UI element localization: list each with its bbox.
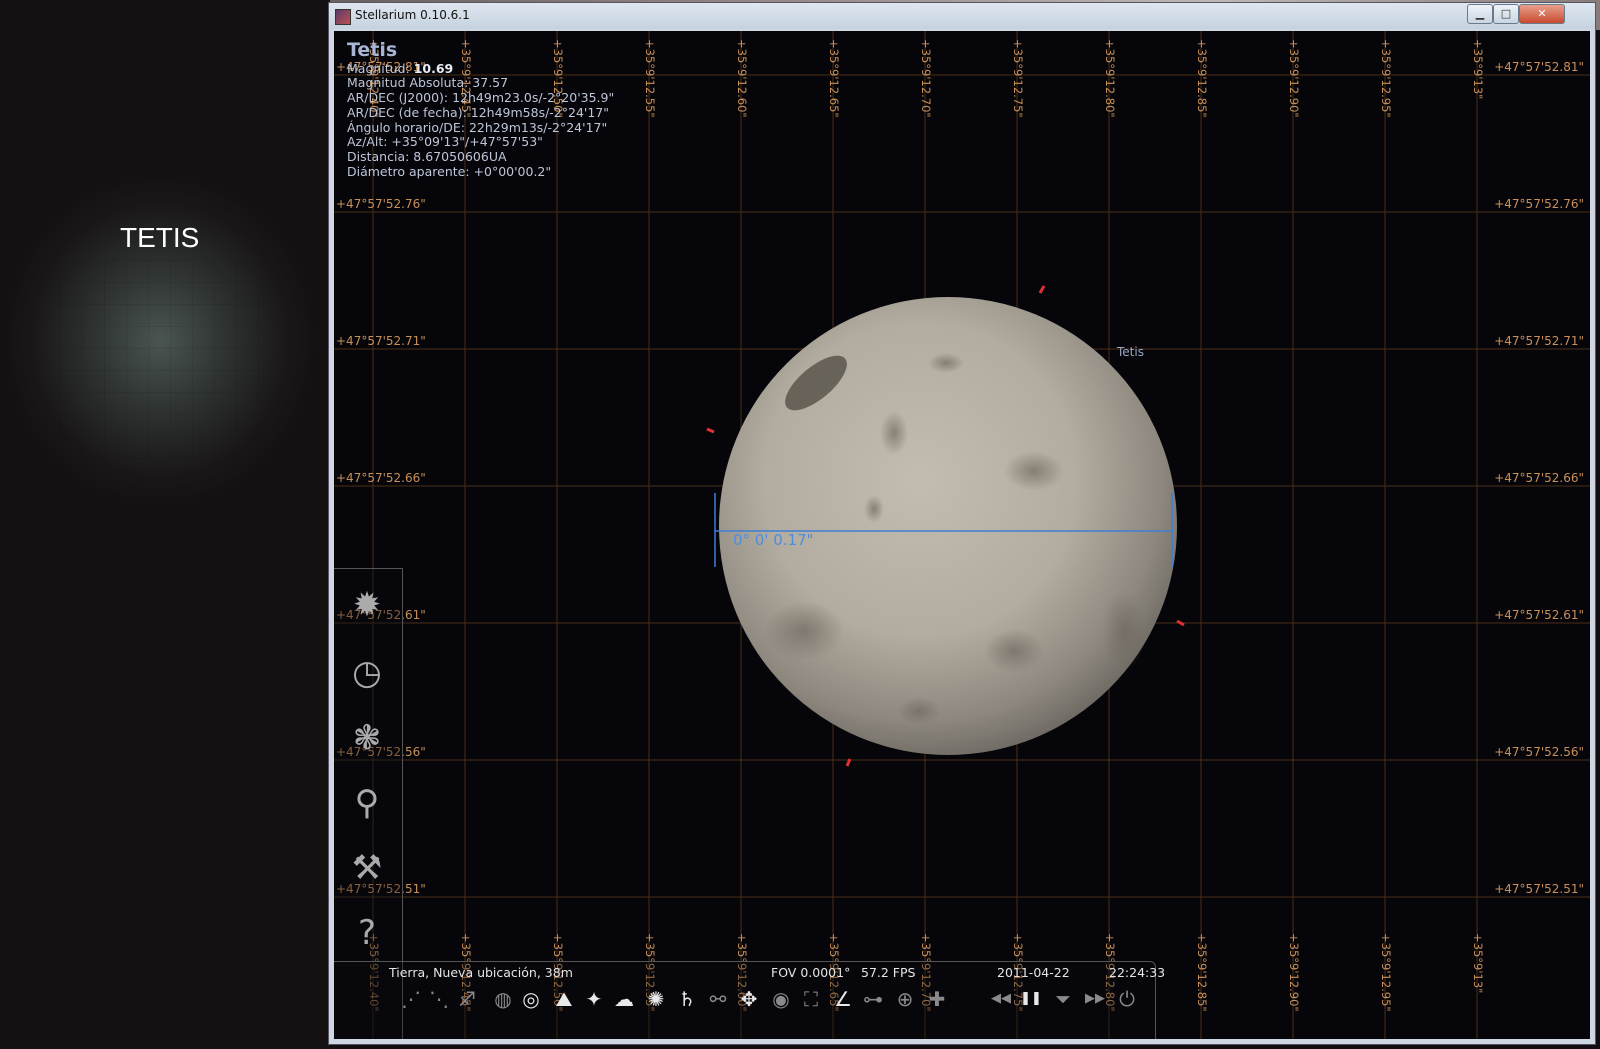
- maximize-button[interactable]: □: [1493, 4, 1519, 24]
- azimuth-grid-label: +35°9'12.70": [919, 39, 933, 118]
- azimuth-grid-label: +35°9'12.65": [827, 39, 841, 118]
- nebulas-icon[interactable]: ✺: [642, 985, 670, 1013]
- altitude-grid-label: +47°57'52.66": [1494, 471, 1584, 485]
- altitude-grid-label: +47°57'52.56": [1494, 745, 1584, 759]
- azimuth-grid-label: +35°9'12.75": [1011, 39, 1025, 118]
- ocular-icon[interactable]: ⊕: [891, 985, 919, 1013]
- selection-marker: [706, 427, 715, 434]
- window-titlebar[interactable]: Stellarium 0.10.6.1 ▁ □ ✕: [329, 3, 1595, 29]
- window-title: Stellarium 0.10.6.1: [355, 8, 470, 22]
- increase-time-speed-icon[interactable]: ▶▶: [1081, 985, 1109, 1013]
- info-line: Az/Alt: +35°09'13"/+47°57'53": [347, 134, 543, 150]
- time-status: 22:24:33: [1109, 965, 1166, 980]
- azimuth-grid-label: +35°9'12.80": [1103, 39, 1117, 118]
- background-left-panel: [0, 0, 330, 1049]
- azimuth-grid-label: +35°9'12.90": [1287, 933, 1301, 1012]
- altitude-grid-label: +47°57'52.76": [1494, 197, 1584, 211]
- angle-measurement-label: 0° 0' 0.17": [733, 531, 814, 549]
- pause-icon[interactable]: ❚❚: [1017, 985, 1045, 1013]
- location-status: Tierra, Nueva ubicación, 38m: [389, 965, 573, 980]
- angle-measure-icon[interactable]: ∠: [829, 985, 857, 1013]
- crater-shadow: [764, 601, 844, 661]
- altitude-grid-label: +47°57'52.76": [336, 197, 426, 211]
- fov-status: FOV 0.0001°: [771, 965, 851, 980]
- crater-shadow: [880, 411, 908, 455]
- info-line: AR/DEC (de fecha): 12h49m58s/-2°24'17": [347, 104, 610, 120]
- date-time-window-icon[interactable]: ◷: [342, 649, 392, 697]
- info-line: AR/DEC (J2000): 12h49m23.0s/-2°20'35.9": [347, 90, 615, 106]
- cardinal-points-icon[interactable]: ✦: [580, 985, 608, 1013]
- altitude-grid-label: +47°57'52.61": [1494, 608, 1584, 622]
- crater-shadow: [864, 495, 884, 523]
- azimuth-grid-label: +35°9'13": [1471, 933, 1485, 993]
- decrease-time-speed-icon[interactable]: ◀◀: [987, 985, 1015, 1013]
- selection-marker: [1176, 619, 1185, 627]
- altitude-grid-label: +47°57'52.71": [1494, 334, 1584, 348]
- azimuth-grid-label: +35°9'12.85": [1195, 39, 1209, 118]
- constellation-labels-icon[interactable]: ⋱: [425, 985, 453, 1013]
- info-line: Diámetro aparente: +0°00'00.2": [347, 163, 552, 179]
- configuration-window-icon[interactable]: ⚒: [342, 844, 392, 892]
- azimuth-grid-label: +35°9'12.55": [643, 39, 657, 118]
- info-line: Magnitud Absoluta: 37.57: [347, 75, 509, 91]
- azimuth-grid-label: +35°9'12.85": [1195, 933, 1209, 1012]
- planet-labels-icon[interactable]: ♄: [673, 985, 701, 1013]
- magnitude-value: 10.69: [413, 60, 454, 76]
- azimuth-grid-label: +35°9'12.95": [1379, 39, 1393, 118]
- info-line: Ángulo horario/DE: 22h29m13s/-2°24'17": [347, 119, 608, 135]
- info-line: Distancia: 8.67050606UA: [347, 148, 507, 164]
- altitude-grid-label: +47°57'52.71": [336, 334, 426, 348]
- close-button[interactable]: ✕: [1519, 4, 1565, 24]
- atmosphere-icon[interactable]: ☁: [610, 985, 638, 1013]
- altitude-grid-label: +47°57'52.66": [336, 471, 426, 485]
- ground-icon[interactable]: ⛰: [550, 985, 578, 1013]
- real-time-icon[interactable]: ⏷: [1049, 985, 1077, 1013]
- azimuth-grid-label: +35°9'12.90": [1287, 39, 1301, 118]
- object-info-panel: Tetis Magnitud: 10.69 Magnitud Absoluta:…: [347, 39, 615, 179]
- altitude-grid-label: +47°57'52.51": [1494, 882, 1584, 896]
- crater-shadow: [1102, 591, 1146, 671]
- equatorial-mount-icon[interactable]: ⚯: [704, 985, 732, 1013]
- crater-shadow: [897, 697, 941, 725]
- constellation-lines-icon[interactable]: ⋰: [397, 985, 425, 1013]
- constellation-art-icon[interactable]: ♐: [453, 985, 481, 1013]
- distance-measure-icon[interactable]: ⊶: [859, 985, 887, 1013]
- azimuthal-grid-icon[interactable]: ◎: [517, 985, 545, 1013]
- crater-shadow: [984, 629, 1044, 673]
- azimuth-grid-label: +35°9'12.95": [1379, 933, 1393, 1012]
- night-mode-icon[interactable]: ◉: [767, 985, 795, 1013]
- selection-marker: [1038, 285, 1046, 294]
- stellarium-app-icon: [335, 9, 351, 25]
- crater-shadow: [928, 353, 964, 373]
- sky-canvas[interactable]: +35°9'12.40"+35°9'12.40"+35°9'12.45"+35°…: [334, 31, 1590, 1039]
- minimize-button[interactable]: ▁: [1467, 4, 1493, 24]
- date-status: 2011-04-22: [997, 965, 1070, 980]
- crater-shadow: [1004, 451, 1064, 491]
- azimuth-grid-label: +35°9'12.60": [735, 39, 749, 118]
- location-window-icon[interactable]: ✹: [342, 581, 392, 629]
- left-panel-title: TETIS: [120, 222, 200, 253]
- search-window-icon[interactable]: ⚲: [342, 779, 392, 827]
- quit-icon[interactable]: ⏻: [1113, 985, 1141, 1013]
- azimuth-grid-label: +35°9'13": [1471, 39, 1485, 99]
- fps-status: 57.2 FPS: [861, 965, 916, 980]
- info-magnitude: Magnitud: 10.69: [347, 60, 454, 76]
- sky-viewing-options-icon[interactable]: ❃: [342, 714, 392, 762]
- tetis-moon[interactable]: [719, 297, 1177, 755]
- help-window-icon[interactable]: ?: [342, 909, 392, 957]
- sky-viewport[interactable]: +35°9'12.40" +35°9'12.40" +35°9'12.45" +35°…: [334, 31, 1590, 1039]
- object-name: Tetis: [347, 39, 398, 61]
- stellarium-window: Stellarium 0.10.6.1 ▁ □ ✕ +35°9'12.40" +3…: [328, 2, 1596, 1045]
- fullscreen-icon[interactable]: ⛶: [797, 985, 825, 1013]
- altitude-grid-label: +47°57'52.81": [1494, 60, 1584, 74]
- object-sky-label: Tetis: [1117, 345, 1144, 359]
- center-selected-icon[interactable]: ✥: [735, 985, 763, 1013]
- pixelated-object-image: [60, 260, 260, 460]
- status-bar: Tierra, Nueva ubicación, 38m FOV 0.0001°…: [389, 961, 1165, 987]
- telescope-icon[interactable]: ✚: [923, 985, 951, 1013]
- equatorial-grid-icon[interactable]: ◍: [489, 985, 517, 1013]
